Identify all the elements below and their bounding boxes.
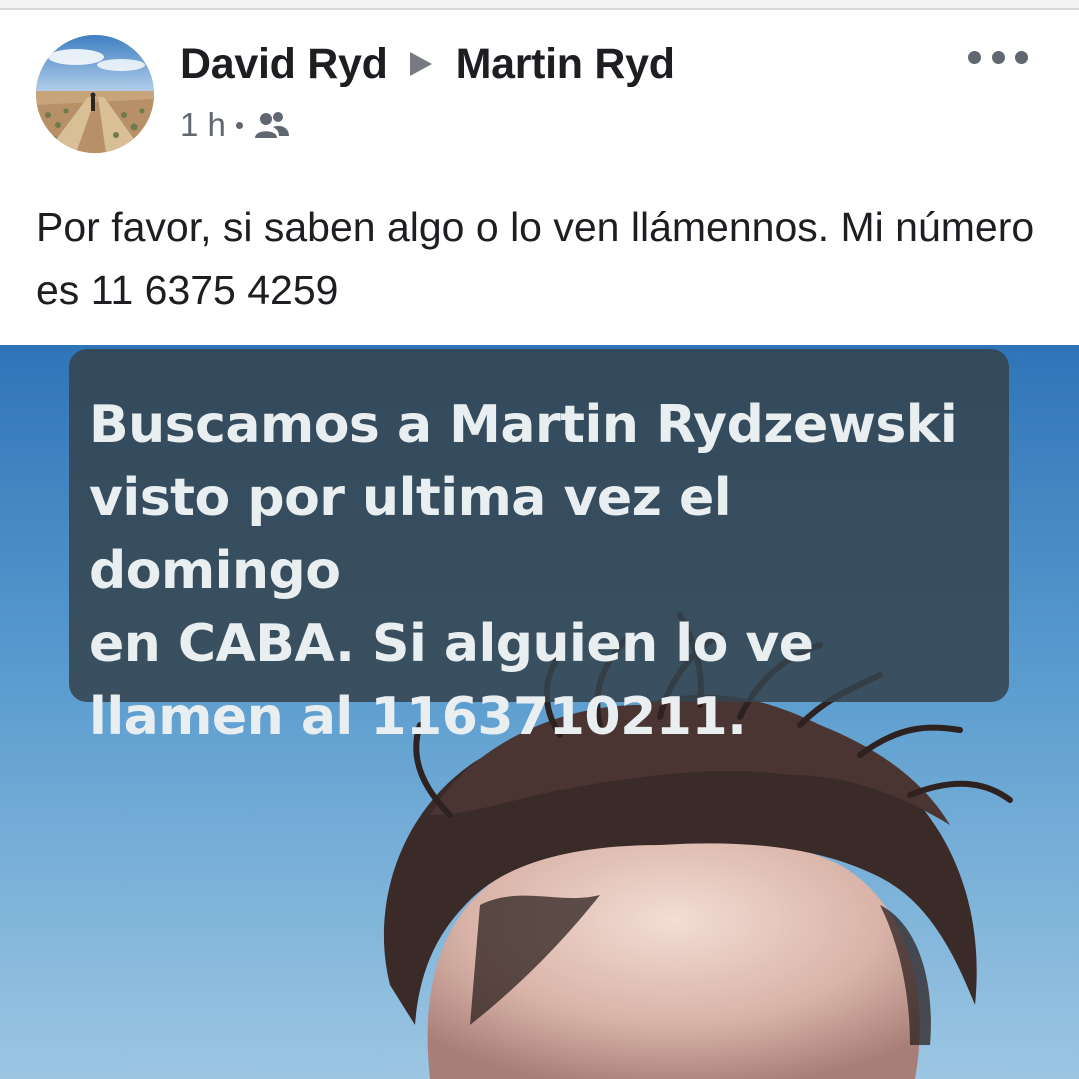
feed-divider: [0, 0, 1079, 10]
recipient-name-link[interactable]: Martin Ryd: [456, 40, 675, 89]
post-meta: 1 h: [180, 103, 291, 147]
post-text: Por favor, si saben algo o lo ven llámen…: [36, 204, 1035, 313]
author-avatar[interactable]: [36, 35, 154, 153]
more-dot: [991, 50, 1005, 64]
friends-icon[interactable]: [253, 110, 291, 140]
photo-caption-text: Buscamos a Martin Rydzewski visto por ul…: [89, 395, 958, 747]
photo-caption-box: Buscamos a Martin Rydzewski visto por ul…: [69, 349, 1009, 747]
author-name-link[interactable]: David Ryd: [180, 40, 388, 89]
avatar-landscape-image: [36, 35, 154, 153]
more-options-icon[interactable]: [968, 42, 1028, 72]
more-dot: [968, 50, 981, 64]
more-dot: [1015, 50, 1028, 64]
share-arrow-icon: [409, 52, 432, 76]
post-timestamp[interactable]: 1 h: [180, 106, 226, 144]
separator-dot: [235, 121, 243, 129]
post-author-line: David Ryd Martin Ryd: [180, 34, 675, 94]
